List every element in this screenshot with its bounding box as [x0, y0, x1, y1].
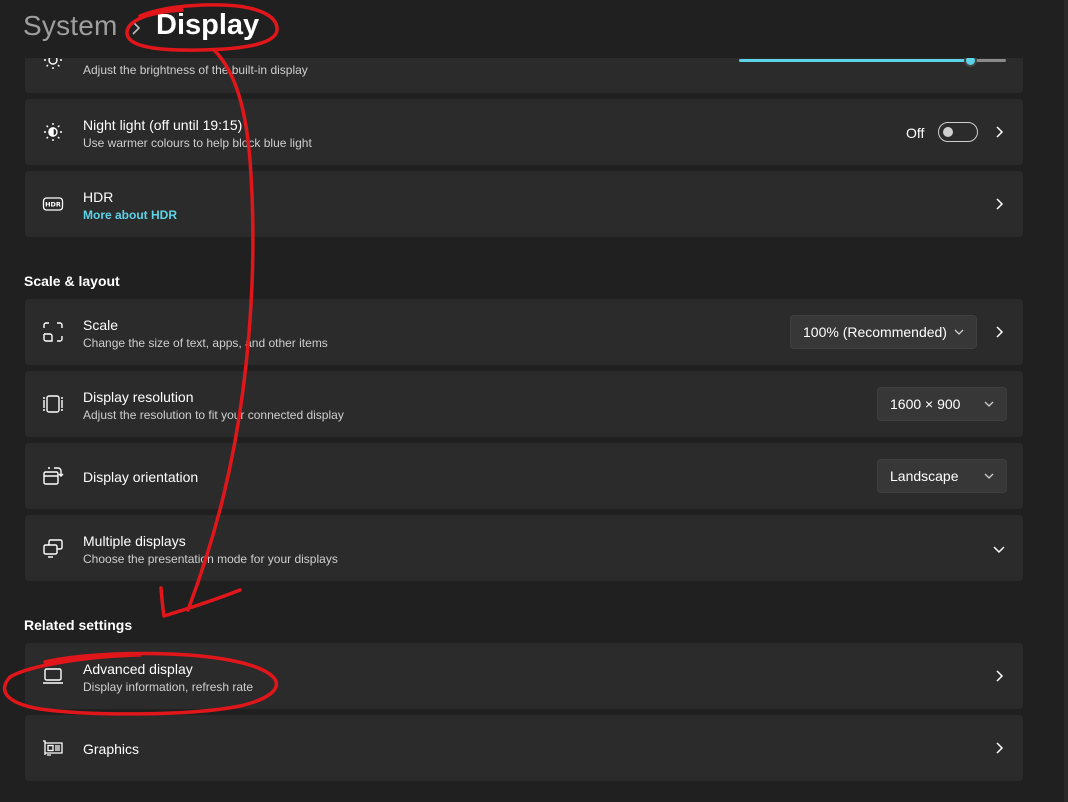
resolution-title: Display resolution	[83, 389, 194, 405]
settings-window: Adjust the brightness of the built-in di…	[0, 0, 1068, 802]
orientation-title: Display orientation	[83, 469, 199, 485]
chevron-down-icon	[954, 329, 964, 335]
resolution-subtitle: Adjust the resolution to fit your connec…	[83, 408, 344, 422]
laptop-icon	[43, 668, 63, 684]
advanced-display-subtitle: Display information, refresh rate	[83, 680, 254, 694]
chevron-right-icon[interactable]	[993, 742, 1005, 754]
multiple-displays-icon	[43, 539, 63, 558]
window-right-edge	[1064, 0, 1068, 802]
scale-card[interactable]: Scale Change the size of text, apps, and…	[25, 299, 1023, 365]
night-light-card[interactable]: Night light (off until 19:15) Use warmer…	[25, 99, 1023, 165]
chevron-right-icon[interactable]	[993, 670, 1005, 682]
graphics-card-icon	[43, 740, 63, 756]
graphics-card[interactable]: Graphics	[25, 715, 1023, 781]
chevron-down-icon[interactable]	[993, 543, 1005, 555]
arrow-head-annotation	[159, 586, 242, 618]
scale-icon	[43, 322, 63, 342]
scale-subtitle: Change the size of text, apps, and other…	[83, 336, 328, 350]
chevron-right-icon[interactable]	[993, 126, 1005, 138]
hdr-icon: HDR	[42, 197, 64, 211]
hdr-title: HDR	[83, 189, 114, 205]
advanced-display-card[interactable]: Advanced display Display information, re…	[25, 643, 1023, 709]
night-light-subtitle: Use warmer colours to help block blue li…	[83, 136, 312, 150]
chevron-down-icon	[984, 473, 994, 479]
breadcrumb-display: Display	[156, 9, 260, 41]
graphics-title: Graphics	[83, 741, 140, 757]
brightness-subtitle: Adjust the brightness of the built-in di…	[83, 63, 308, 77]
resolution-icon	[43, 395, 63, 413]
multiple-displays-card[interactable]: Multiple displays Choose the presentatio…	[25, 515, 1023, 581]
scale-title: Scale	[83, 317, 119, 333]
orientation-icon	[43, 467, 64, 485]
brightness-slider-track[interactable]	[975, 59, 1006, 62]
night-light-state-label: Off	[906, 125, 925, 141]
svg-text:HDR: HDR	[45, 201, 61, 209]
orientation-card[interactable]: Display orientation Landscape	[25, 443, 1023, 509]
multiple-displays-subtitle: Choose the presentation mode for your di…	[83, 552, 338, 566]
night-light-toggle[interactable]	[938, 122, 978, 142]
related-settings-heading: Related settings	[24, 617, 133, 633]
brightness-slider-fill[interactable]	[739, 59, 971, 62]
page-header: System Display	[0, 0, 1064, 58]
scale-layout-heading: Scale & layout	[24, 273, 120, 289]
advanced-display-title: Advanced display	[83, 661, 193, 677]
orientation-dropdown[interactable]: Landscape	[877, 459, 1007, 493]
scale-value: 100% (Recommended)	[803, 324, 947, 340]
breadcrumb-system[interactable]: System	[23, 10, 118, 42]
multiple-displays-title: Multiple displays	[83, 533, 186, 549]
orientation-value: Landscape	[890, 468, 959, 484]
night-light-icon	[44, 123, 62, 141]
resolution-card[interactable]: Display resolution Adjust the resolution…	[25, 371, 1023, 437]
chevron-right-icon[interactable]	[993, 198, 1005, 210]
chevron-right-icon[interactable]	[993, 326, 1005, 338]
hdr-more-link[interactable]: More about HDR	[83, 208, 177, 222]
chevron-down-icon	[984, 401, 994, 407]
chevron-right-icon	[132, 21, 141, 35]
night-light-title: Night light (off until 19:15)	[83, 117, 243, 133]
resolution-dropdown[interactable]: 1600 × 900	[877, 387, 1007, 421]
toggle-knob	[943, 127, 953, 137]
scale-dropdown[interactable]: 100% (Recommended)	[790, 315, 977, 349]
resolution-value: 1600 × 900	[890, 396, 961, 412]
hdr-card[interactable]: HDR HDR More about HDR	[25, 171, 1023, 237]
